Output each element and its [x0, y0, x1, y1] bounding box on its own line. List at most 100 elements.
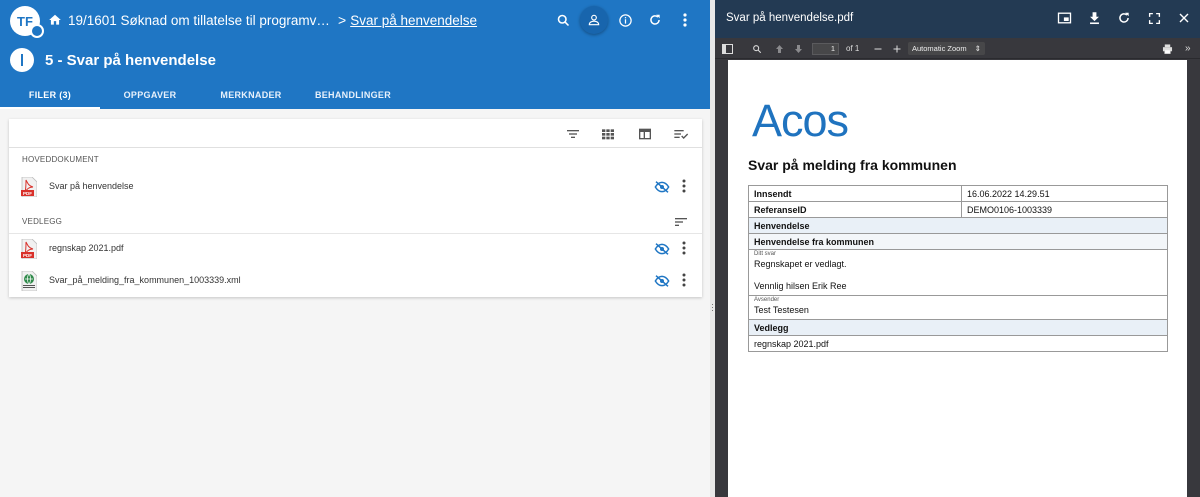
- document-viewer: Svar på henvendelse.pdf 1 of 1 Automatic…: [715, 0, 1200, 497]
- viewer-actions: [1056, 9, 1192, 27]
- previous-page-icon[interactable]: [775, 42, 784, 55]
- ditt-svar-label: Ditt svar: [754, 251, 777, 257]
- refresh-icon[interactable]: [642, 6, 668, 34]
- more-vert-icon[interactable]: [682, 241, 686, 260]
- page-count: of 1: [846, 44, 860, 53]
- status-icon: [10, 48, 34, 72]
- next-page-icon[interactable]: [794, 42, 803, 55]
- pdf-page: Acos Svar på melding fra kommunen Innsen…: [728, 60, 1187, 497]
- picture-in-picture-icon[interactable]: [1056, 9, 1072, 27]
- avsender-label: Avsender: [754, 297, 780, 303]
- table-row: regnskap 2021.pdf: [748, 335, 1168, 352]
- document-table: Innsendt 16.06.2022 14.29.51 ReferanseID…: [748, 185, 1168, 352]
- more-vert-icon[interactable]: [682, 273, 686, 292]
- pdf-file-icon: PDF: [21, 238, 38, 264]
- filter-icon[interactable]: [565, 126, 581, 142]
- file-row-attachment[interactable]: Svar_på_melding_fra_kommunen_1003339.xml: [9, 267, 702, 295]
- person-icon[interactable]: [580, 6, 608, 34]
- file-row-attachment[interactable]: PDF regnskap 2021.pdf: [9, 235, 702, 263]
- close-icon[interactable]: [1176, 9, 1192, 27]
- svg-text:PDF: PDF: [23, 253, 32, 258]
- viewer-header: Svar på henvendelse.pdf: [715, 0, 1200, 38]
- search-icon[interactable]: [550, 6, 576, 34]
- document-heading: Svar på melding fra kommunen: [748, 157, 957, 173]
- title-row: 5 - Svar på henvendelse: [10, 47, 216, 73]
- case-panel: TF 19/1601 Søknad om tillatelse til prog…: [0, 0, 710, 497]
- vedlegg-value: regnskap 2021.pdf: [748, 335, 1168, 352]
- henvendelse-header: Henvendelse: [748, 217, 1168, 234]
- visibility-off-icon[interactable]: [654, 180, 670, 199]
- table-row: Ditt svar Regnskapet er vedlagt. Vennlig…: [748, 249, 1168, 296]
- file-name[interactable]: Svar_på_melding_fra_kommunen_1003339.xml: [49, 275, 241, 285]
- ditt-svar-cell: Ditt svar Regnskapet er vedlagt. Vennlig…: [748, 249, 1168, 296]
- referanse-label: ReferanseID: [748, 201, 962, 218]
- table-row: Henvendelse: [748, 217, 1168, 234]
- tab-bar: FILER (3) OPPGAVER MERKNADER BEHANDLINGE…: [0, 82, 404, 109]
- home-icon[interactable]: [48, 13, 62, 27]
- page-number[interactable]: 1: [812, 42, 839, 55]
- breadcrumb-current[interactable]: Svar på henvendelse: [350, 13, 477, 28]
- fullscreen-icon[interactable]: [1146, 9, 1162, 27]
- tab-oppgaver[interactable]: OPPGAVER: [100, 82, 200, 109]
- ditt-svar-line2: Vennlig hilsen Erik Ree: [754, 281, 847, 291]
- viewer-title: Svar på henvendelse.pdf: [726, 12, 854, 24]
- table-row: Vedlegg: [748, 319, 1168, 336]
- page-number-input[interactable]: 1: [812, 42, 839, 55]
- acos-logo: Acos: [752, 95, 849, 146]
- page-title: 5 - Svar på henvendelse: [45, 51, 216, 69]
- tools-menu-icon[interactable]: »: [1185, 42, 1191, 55]
- files-card: HOVEDDOKUMENT PDF Svar på henvendelse VE…: [9, 119, 702, 297]
- file-row-main-document[interactable]: PDF Svar på henvendelse: [9, 173, 702, 201]
- zoom-in-icon[interactable]: [893, 42, 901, 55]
- table-row: ReferanseID DEMO0106-1003339: [748, 201, 1168, 218]
- pdf-toolbar: 1 of 1 Automatic Zoom ⇕ »: [715, 38, 1200, 59]
- zoom-out-icon[interactable]: [874, 42, 882, 55]
- print-icon[interactable]: [1162, 42, 1173, 55]
- xml-file-icon: [21, 270, 38, 296]
- avsender-value: Test Testesen: [754, 305, 809, 315]
- files-toolbar: [9, 119, 702, 148]
- find-icon[interactable]: [752, 42, 762, 55]
- visibility-off-icon[interactable]: [654, 242, 670, 261]
- tab-merknader[interactable]: MERKNADER: [200, 82, 302, 109]
- visibility-off-icon[interactable]: [654, 274, 670, 293]
- download-icon[interactable]: [1086, 9, 1102, 27]
- zoom-select[interactable]: Automatic Zoom ⇕: [908, 42, 985, 55]
- pdf-file-icon: PDF: [21, 176, 38, 202]
- section-label-hoveddokument: HOVEDDOKUMENT: [22, 155, 99, 164]
- file-name[interactable]: regnskap 2021.pdf: [49, 243, 124, 253]
- breadcrumb: 19/1601 Søknad om tillatelse til program…: [48, 10, 477, 30]
- app-logo[interactable]: TF: [10, 6, 44, 38]
- henvendelse-sub-header: Henvendelse fra kommunen: [748, 233, 1168, 250]
- vedlegg-header: Vedlegg: [748, 319, 1168, 336]
- zoom-value: Automatic Zoom: [912, 44, 967, 53]
- sort-check-icon[interactable]: [673, 126, 689, 142]
- avsender-cell: Avsender Test Testesen: [748, 295, 1168, 320]
- breadcrumb-separator: >: [338, 12, 347, 28]
- table-row: Avsender Test Testesen: [748, 295, 1168, 320]
- ditt-svar-line1: Regnskapet er vedlagt.: [754, 259, 847, 269]
- sort-icon[interactable]: [673, 214, 689, 230]
- innsendt-value: 16.06.2022 14.29.51: [961, 185, 1168, 202]
- refresh-icon[interactable]: [1116, 9, 1132, 27]
- chevron-updown-icon: ⇕: [974, 44, 981, 53]
- more-vert-icon[interactable]: [682, 179, 686, 198]
- breadcrumb-case[interactable]: 19/1601 Søknad om tillatelse til program…: [68, 13, 330, 28]
- table-row: Innsendt 16.06.2022 14.29.51: [748, 185, 1168, 202]
- more-vert-icon[interactable]: [672, 6, 698, 34]
- sidebar-toggle-icon[interactable]: [722, 42, 733, 55]
- file-name[interactable]: Svar på henvendelse: [49, 181, 134, 191]
- referanse-value: DEMO0106-1003339: [961, 201, 1168, 218]
- tab-behandlinger[interactable]: BEHANDLINGER: [302, 82, 404, 109]
- table-row: Henvendelse fra kommunen: [748, 233, 1168, 250]
- logo-badge-icon: [30, 24, 44, 38]
- grid-view-icon[interactable]: [600, 126, 616, 142]
- table-view-icon[interactable]: [637, 126, 653, 142]
- tab-filer[interactable]: FILER (3): [0, 82, 100, 109]
- app-header: TF 19/1601 Søknad om tillatelse til prog…: [0, 0, 710, 109]
- section-label-vedlegg: VEDLEGG: [22, 217, 63, 226]
- divider: [9, 233, 702, 234]
- info-icon[interactable]: [612, 6, 638, 34]
- svg-text:PDF: PDF: [23, 191, 32, 196]
- innsendt-label: Innsendt: [748, 185, 962, 202]
